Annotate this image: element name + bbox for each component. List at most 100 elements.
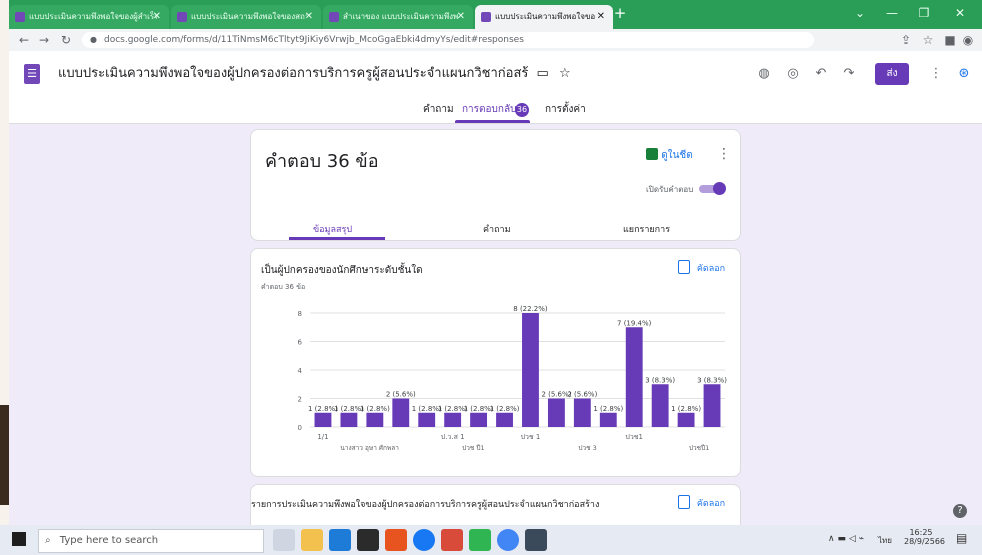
profile-icon[interactable]: ◉ [959,29,977,51]
chart-bar [547,398,565,427]
preview-eye-icon[interactable]: ◎ [782,64,804,84]
window-close-icon[interactable]: ✕ [947,2,973,24]
tab-settings[interactable]: การตั้งค่า [545,103,586,117]
maximize-icon[interactable]: ❐ [911,2,937,24]
chart-bar [496,412,513,427]
desktop-edge-shadow [0,405,9,505]
copy-chart-button-2[interactable]: คัดลอก [678,495,725,510]
subtab-individual[interactable]: แยกรายการ [623,222,670,236]
copy-icon [678,495,690,509]
chart-bar [625,327,643,427]
question-title: เป็นผู้ปกครองของนักศึกษาระดับชั้นใด [261,265,423,276]
next-question-card: รายการประเมินความพึงพอใจของผู้ปกครองต่อก… [250,484,741,526]
x-tick-label: ปวชปี1 [689,444,709,452]
new-tab-button[interactable]: + [611,3,629,23]
clock-time: 16:25 [909,528,933,537]
active-tab-indicator [455,120,530,123]
bookmark-star-icon[interactable]: ☆ [919,29,937,51]
account-avatar-icon[interactable]: ⊛ [953,64,975,84]
copy-chart-button[interactable]: คัดลอก [678,260,725,275]
close-icon[interactable]: ✕ [305,5,313,29]
close-icon[interactable]: ✕ [597,5,605,29]
share-icon[interactable]: ⇪ [897,29,915,51]
tab-title: แบบประเมินความพึงพอใจของผู้ปกครอง [495,12,595,21]
forms-favicon-icon [481,12,491,22]
redo-icon[interactable]: ↷ [838,64,860,84]
undo-icon[interactable]: ↶ [810,64,832,84]
clock-date: 28/9/2566 [904,537,946,546]
file-explorer-icon[interactable] [301,529,323,551]
back-icon[interactable]: ← [15,29,33,51]
send-button[interactable]: ส่ง [875,63,909,85]
view-in-sheets-label: ดูในชีต [661,150,693,161]
bar-value-label: 1 (2.8%) [490,405,520,413]
browser-tab[interactable]: สำเนาของ แบบประเมินความพึงพอใจ ✕ [323,5,473,29]
view-in-sheets-link[interactable]: ดูในชีต [646,148,693,163]
star-icon[interactable]: ☆ [559,66,571,81]
clock[interactable]: 16:25 28/9/2566 [904,528,946,546]
tab-title: แบบประเมินความพึงพอใจของสถานประ [191,12,307,21]
subtab-active-indicator [289,237,385,240]
close-icon[interactable]: ✕ [153,5,161,29]
y-tick-label: 6 [298,339,303,347]
bar-value-label: 3 (8.3%) [645,376,675,384]
url-field[interactable]: ● docs.google.com/forms/d/11TiNmsM6cTlty… [82,32,814,48]
forms-favicon-icon [329,12,339,22]
edge-icon[interactable] [329,529,351,551]
bar-value-label: 1 (2.8%) [671,405,701,413]
subtab-summary[interactable]: ข้อมูลสรุป [313,222,352,236]
chart-bar [703,384,721,427]
task-view-icon[interactable] [273,529,295,551]
forms-logo-icon[interactable]: ☰ [24,64,40,84]
bar-value-label: 2 (5.6%) [567,391,597,399]
responses-count-title: คำตอบ 36 ข้อ [265,151,379,172]
tab-title: แบบประเมินความพึงพอใจของผู้สำเร็จฯ [29,12,157,21]
chart-bar [470,412,488,427]
responses-summary-card: คำตอบ 36 ข้อ ดูในชีต ⋮ เปิดรับคำตอบ ข้อม… [250,129,741,241]
accepting-responses-label: เปิดรับคำตอบ [646,185,694,194]
tab-responses[interactable]: การตอบกลับ [462,103,516,117]
y-tick-label: 4 [298,367,303,375]
taskbar-search-placeholder: Type here to search [59,535,159,546]
browser-tab[interactable]: แบบประเมินความพึงพอใจของสถานประ ✕ [171,5,321,29]
close-icon[interactable]: ✕ [457,5,465,29]
browser-tab[interactable]: แบบประเมินความพึงพอใจของผู้สำเร็จฯ ✕ [9,5,169,29]
office-icon[interactable] [385,529,407,551]
line-app-icon[interactable] [469,529,491,551]
subtab-question[interactable]: คำถาม [483,222,511,236]
folder-icon[interactable]: ▭ [537,66,549,81]
x-tick-label: นางสาว อุษา ศักพลา [340,444,399,452]
tab-questions[interactable]: คำถาม [423,103,454,117]
chrome-icon[interactable] [497,529,519,551]
system-tray-icons[interactable]: ∧ ▬ ◁ ⌁ [828,534,864,544]
form-title[interactable]: แบบประเมินความพึงพอใจของผู้ปกครองต่อการบ… [58,64,571,84]
browser-tab-active[interactable]: แบบประเมินความพึงพอใจของผู้ปกครอง ✕ [475,5,613,29]
more-options-icon[interactable]: ⋮ [717,146,731,162]
input-language[interactable]: ไทย [878,534,892,547]
tab-title: สำเนาของ แบบประเมินความพึงพอใจ [343,12,459,21]
mail-icon[interactable] [357,529,379,551]
palette-icon[interactable]: ◍ [753,64,775,84]
accepting-responses-toggle[interactable] [699,182,726,195]
tab-search-icon[interactable]: ⌄ [847,2,873,24]
notification-icon[interactable]: ▤ [956,531,967,545]
form-title-text: แบบประเมินความพึงพอใจของผู้ปกครองต่อการบ… [58,66,529,81]
chart-bar [522,313,539,427]
taskbar-search-input[interactable]: ⌕ Type here to search [38,529,264,553]
bar-value-label: 8 (22.2%) [513,305,548,313]
x-tick-label: ปวช ปี1 [462,444,485,452]
chart-bar [444,412,462,427]
help-icon[interactable]: ? [953,504,967,518]
photo-app-icon[interactable] [441,529,463,551]
chart-bar [418,412,436,427]
more-menu-icon[interactable]: ⋮ [925,64,947,84]
sidepanel-icon[interactable]: ■ [941,29,959,51]
photos-icon[interactable] [525,529,547,551]
x-tick-label: ปวช 3 [578,444,596,452]
forward-icon[interactable]: → [35,29,53,51]
facebook-icon[interactable] [413,529,435,551]
minimize-icon[interactable]: — [879,2,905,24]
windows-start-icon[interactable] [12,532,26,546]
reload-icon[interactable]: ↻ [57,29,75,51]
chart-bar [651,384,669,427]
